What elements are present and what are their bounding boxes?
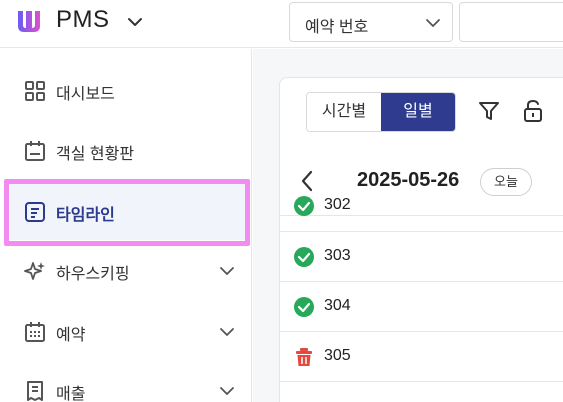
sidebar-item-label: 대시보드 xyxy=(56,86,115,103)
sparkle-icon xyxy=(24,262,45,280)
search-type-value: 예약 번호 xyxy=(305,19,369,36)
room-number: 304 xyxy=(324,297,351,314)
chevron-down-icon[interactable] xyxy=(218,262,236,280)
chevron-left-icon[interactable] xyxy=(298,169,316,193)
timeline-panel: 시간별 일별 2025-05-26 오늘 302 303 304 305 xyxy=(279,77,563,402)
top-bar: PMS 예약 번호 xyxy=(0,0,563,48)
sidebar: 대시보드 객실 현황판 타임라인 하우스키핑 예약 매출 xyxy=(0,49,252,402)
today-button[interactable]: 오늘 xyxy=(480,168,532,196)
view-toggle: 시간별 일별 xyxy=(306,92,456,132)
current-date: 2025-05-26 xyxy=(357,169,460,191)
sidebar-item-reservation[interactable]: 예약 xyxy=(10,302,250,360)
calendar-grid-icon xyxy=(25,322,45,342)
sidebar-item-room-board[interactable]: 객실 현황판 xyxy=(10,121,250,179)
room-number: 303 xyxy=(324,247,351,264)
search-type-select[interactable]: 예약 번호 xyxy=(289,2,453,42)
sidebar-item-label: 타임라인 xyxy=(56,207,115,224)
receipt-icon xyxy=(27,381,43,401)
filter-icon[interactable] xyxy=(478,100,500,122)
list-item[interactable]: 305 xyxy=(280,332,563,382)
list-item[interactable]: 302 xyxy=(280,196,563,232)
sidebar-item-label: 객실 현황판 xyxy=(56,146,135,163)
timeline-doc-icon xyxy=(25,202,45,222)
sidebar-item-label: 매출 xyxy=(56,386,86,402)
sidebar-item-housekeeping[interactable]: 하우스키핑 xyxy=(10,241,250,299)
chevron-down-icon[interactable] xyxy=(218,382,236,400)
sidebar-item-label: 예약 xyxy=(56,327,86,344)
pms-logo-icon xyxy=(18,11,40,32)
main-content: 시간별 일별 2025-05-26 오늘 302 303 304 305 xyxy=(253,49,563,402)
calendar-board-icon xyxy=(25,141,45,161)
search-input[interactable] xyxy=(459,2,563,42)
app-name[interactable]: PMS xyxy=(56,6,110,34)
view-option-hourly[interactable]: 시간별 xyxy=(307,93,381,131)
list-item[interactable]: 303 xyxy=(280,232,563,282)
room-number: 302 xyxy=(324,196,351,213)
sidebar-item-label: 하우스키핑 xyxy=(56,266,130,283)
sidebar-item-dashboard[interactable]: 대시보드 xyxy=(10,61,250,119)
list-item[interactable]: 304 xyxy=(280,282,563,332)
check-circle-icon xyxy=(294,247,314,267)
chevron-down-icon[interactable] xyxy=(218,323,236,341)
sidebar-item-timeline[interactable]: 타임라인 xyxy=(10,182,250,240)
sidebar-item-sales[interactable]: 매출 xyxy=(10,361,250,402)
view-option-daily[interactable]: 일별 xyxy=(381,93,455,131)
check-circle-icon xyxy=(294,297,314,317)
unlock-icon[interactable] xyxy=(522,99,544,123)
trash-icon xyxy=(296,348,312,366)
dashboard-grid-icon xyxy=(25,81,45,101)
chevron-down-icon xyxy=(426,19,440,27)
room-number: 305 xyxy=(324,347,351,364)
chevron-down-icon[interactable] xyxy=(124,13,146,31)
check-circle-icon xyxy=(294,196,314,216)
